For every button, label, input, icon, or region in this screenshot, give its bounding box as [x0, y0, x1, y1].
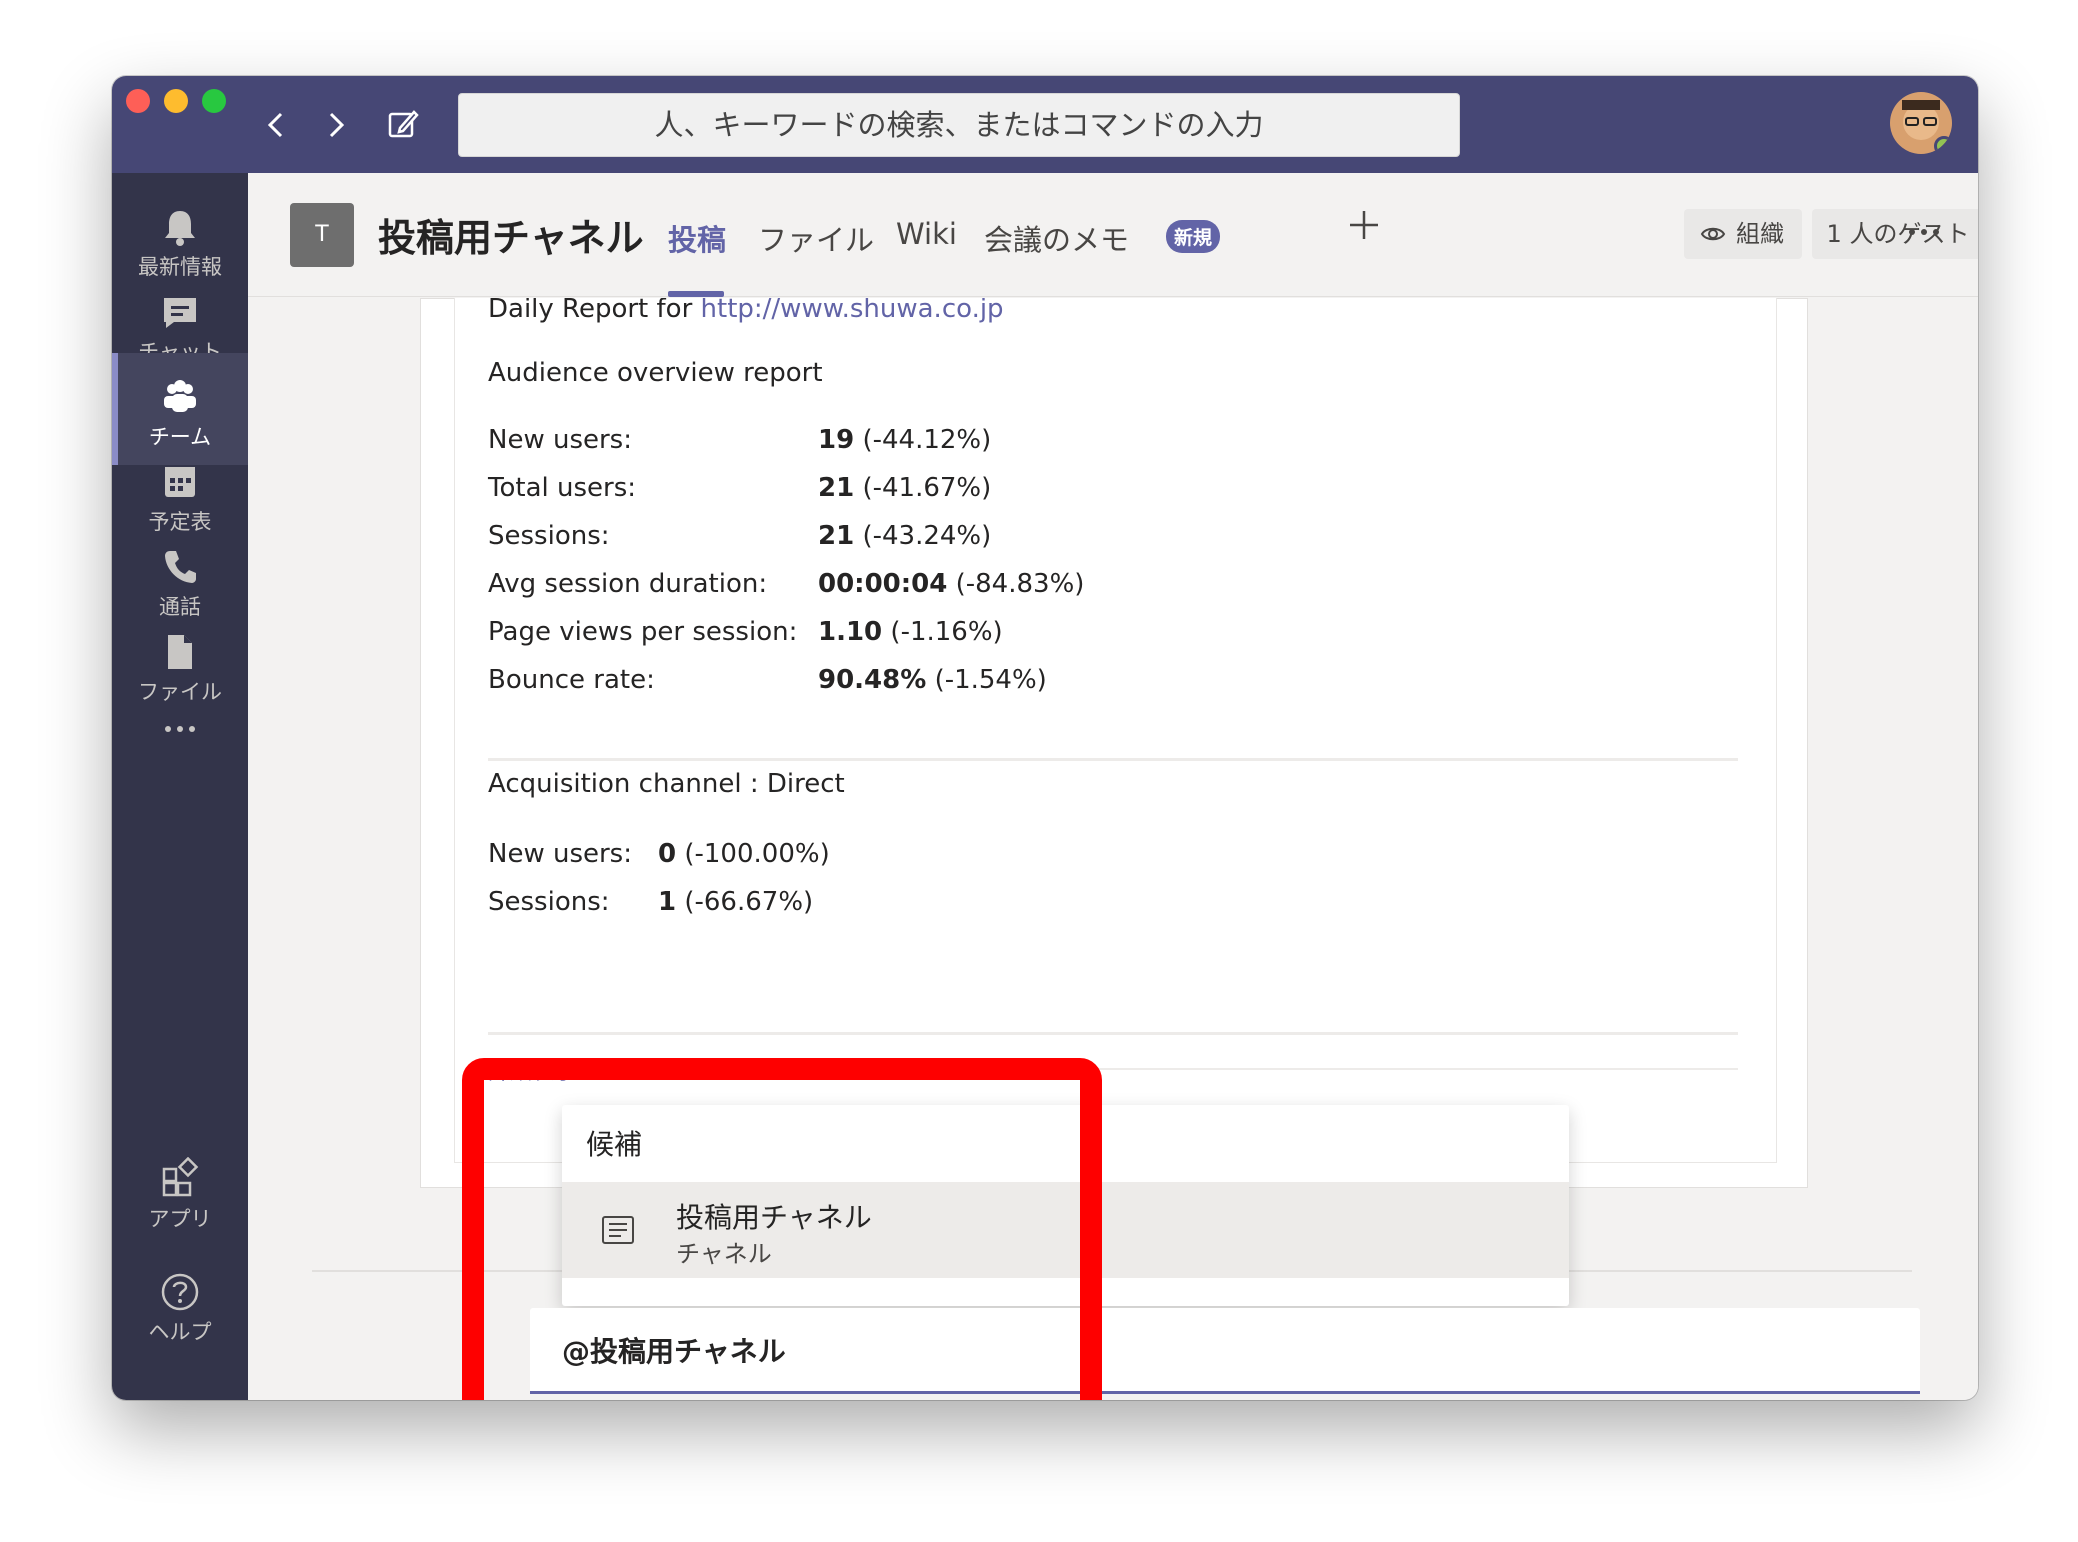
- close-window-button[interactable]: [126, 89, 150, 113]
- tab-posts[interactable]: 投稿: [668, 217, 726, 259]
- eye-icon: [1700, 227, 1726, 241]
- more-icon: [165, 726, 195, 732]
- metric-label: New users:: [488, 425, 632, 455]
- metric-label: Sessions:: [488, 887, 610, 917]
- apps-icon: [162, 1157, 199, 1197]
- metric-label: New users:: [488, 839, 632, 869]
- app-bar: 最新情報 チャット チーム 予定表 通話 ファイル アプリ ヘルプ: [112, 173, 248, 1400]
- compose-icon: [388, 110, 419, 138]
- tab-wiki[interactable]: Wiki: [896, 217, 957, 251]
- presence-available-icon: [1934, 136, 1952, 154]
- show-details-link[interactable]: 詳細表示: [488, 1054, 576, 1086]
- help-icon: [161, 1273, 199, 1311]
- rail-item-help[interactable]: ヘルプ: [112, 1248, 248, 1360]
- section-divider: [488, 1032, 1738, 1035]
- suggestion-title: 投稿用チャネル: [676, 1201, 872, 1234]
- search-input[interactable]: 人、キーワードの検索、またはコマンドの入力: [458, 93, 1460, 157]
- more-options-button[interactable]: [1906, 207, 1942, 247]
- section-divider: [488, 1068, 1738, 1070]
- metric-value: 21 (-43.24%): [818, 521, 992, 551]
- bell-icon: [165, 211, 195, 246]
- forward-button[interactable]: [312, 102, 358, 148]
- calendar-icon: [165, 467, 195, 497]
- active-tab-indicator: [668, 291, 724, 297]
- message-compose-box[interactable]: @投稿用チャネル: [530, 1308, 1920, 1394]
- metric-value: 00:00:04 (-84.83%): [818, 569, 1085, 599]
- org-button[interactable]: 組織: [1684, 209, 1802, 259]
- suggestions-heading: 候補: [586, 1128, 643, 1161]
- acquisition-title: Acquisition channel : Direct: [488, 769, 845, 799]
- chat-icon: [164, 298, 196, 328]
- teams-window: 人、キーワードの検索、またはコマンドの入力 最新情報 チャット チーム 予定表 …: [112, 76, 1978, 1400]
- metric-value: 90.48% (-1.54%): [818, 665, 1047, 695]
- ellipsis-icon: [1909, 229, 1939, 235]
- compose-text: @投稿用チャネル: [562, 1335, 786, 1368]
- org-label: 組織: [1736, 220, 1784, 248]
- rail-item-more[interactable]: [112, 693, 248, 763]
- metric-value: 1 (-66.67%): [658, 887, 814, 917]
- minimize-window-button[interactable]: [164, 89, 188, 113]
- metric-label: Total users:: [488, 473, 637, 503]
- tab-meeting-notes[interactable]: 会議のメモ: [984, 217, 1129, 259]
- acquisition-row: Sessions: 1 (-66.67%): [488, 887, 813, 917]
- metric-value: 19 (-44.12%): [818, 425, 992, 455]
- file-icon: [168, 635, 192, 669]
- channel-title: 投稿用チャネル: [378, 216, 644, 260]
- chevron-right-icon: [329, 112, 345, 138]
- new-chat-button[interactable]: [380, 102, 426, 148]
- overview-row: New users: 19 (-44.12%): [488, 425, 991, 455]
- overview-row: Avg session duration: 00:00:04 (-84.83%): [488, 569, 1084, 599]
- daily-prefix: Daily Report for: [488, 298, 701, 324]
- metric-value: 21 (-41.67%): [818, 473, 992, 503]
- suggestion-item-channel[interactable]: 投稿用チャネル チャネル: [562, 1182, 1569, 1278]
- overview-row: Sessions: 21 (-43.24%): [488, 521, 991, 551]
- zoom-window-button[interactable]: [202, 89, 226, 113]
- metric-value: 1.10 (-1.16%): [818, 617, 1003, 647]
- channel-icon: [602, 1216, 634, 1244]
- title-bar: 人、キーワードの検索、またはコマンドの入力: [112, 76, 1978, 173]
- channel-header: T 投稿用チャネル 投稿 ファイル Wiki 会議のメモ 新規 組織 1 人のゲ…: [248, 173, 1978, 297]
- overview-row: Total users: 21 (-41.67%): [488, 473, 991, 503]
- overview-row: Page views per session: 1.10 (-1.16%): [488, 617, 1003, 647]
- add-tab-button[interactable]: [1346, 203, 1382, 254]
- new-badge: 新規: [1166, 220, 1221, 253]
- teams-icon: [164, 380, 196, 412]
- suggestion-subtitle: チャネル: [676, 1240, 772, 1268]
- mention-suggestions: 候補 投稿用チャネル チャネル: [562, 1105, 1569, 1306]
- report-url-link[interactable]: http://www.shuwa.co.jp: [701, 298, 1004, 324]
- rail-item-apps[interactable]: アプリ: [112, 1135, 248, 1247]
- plus-icon: [1350, 211, 1378, 239]
- back-button[interactable]: [254, 102, 300, 148]
- section-divider: [488, 758, 1738, 761]
- metric-value: 0 (-100.00%): [658, 839, 830, 869]
- metric-label: Sessions:: [488, 521, 610, 551]
- guest-button[interactable]: 1 人のゲスト: [1812, 209, 1978, 259]
- metric-label: Page views per session:: [488, 617, 798, 647]
- metric-label: Avg session duration:: [488, 569, 768, 599]
- metric-label: Bounce rate:: [488, 665, 655, 695]
- tab-files[interactable]: ファイル: [758, 217, 874, 259]
- chevron-left-icon: [267, 112, 283, 138]
- acquisition-row: New users: 0 (-100.00%): [488, 839, 830, 869]
- overview-title: Audience overview report: [488, 358, 823, 388]
- phone-icon: [165, 551, 196, 583]
- team-avatar[interactable]: T: [290, 203, 354, 267]
- overview-row: Bounce rate: 90.48% (-1.54%): [488, 665, 1047, 695]
- daily-report-line: Daily Report for http://www.shuwa.co.jp: [488, 298, 1004, 324]
- avatar[interactable]: [1890, 92, 1952, 154]
- rail-label: アプリ: [148, 1207, 212, 1231]
- rail-label: ヘルプ: [148, 1320, 212, 1344]
